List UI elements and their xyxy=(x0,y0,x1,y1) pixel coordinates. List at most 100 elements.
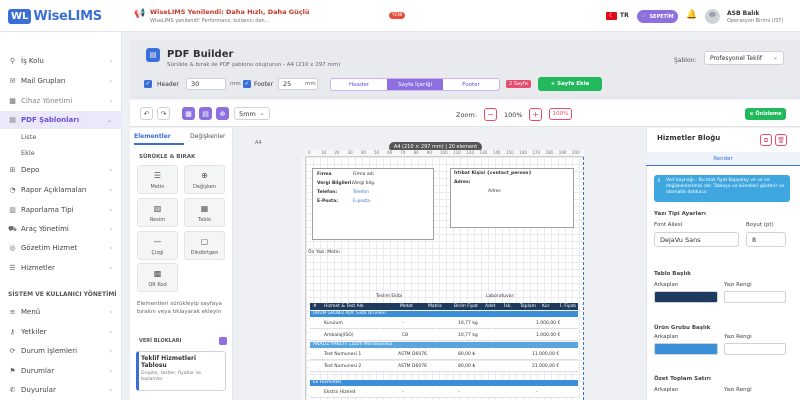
sidebar-item-depo[interactable]: ⊞ Depo › xyxy=(0,161,122,179)
text-color-label: Yazı Rengi xyxy=(724,387,752,393)
header-checkbox[interactable]: ✓ xyxy=(144,80,152,88)
sidebar-item-is-kolu[interactable]: ⚲ İş Kolu › xyxy=(0,52,122,70)
header-height-input[interactable]: 30 xyxy=(186,78,226,90)
font-family-input[interactable]: DejaVu Sans xyxy=(654,232,739,247)
table-row[interactable]: Ekstra Hizmet - - - xyxy=(310,387,578,398)
properties-title: Hizmetler Bloğu xyxy=(657,134,721,142)
chevron-right-icon: › xyxy=(109,186,112,194)
element-image[interactable]: ▨ Resim xyxy=(137,198,178,227)
group-header-text-color[interactable] xyxy=(724,343,786,355)
tile-label: QR Kod xyxy=(148,282,167,288)
template-select[interactable]: Profesyonel Teklif xyxy=(704,51,784,65)
preview-button[interactable]: ⊙ Önizleme xyxy=(745,108,786,120)
table-header-bg-color[interactable] xyxy=(654,291,718,303)
row-total: 11.000,00 € xyxy=(532,352,560,357)
basket-button[interactable]: 🛒 SEPETİM xyxy=(637,10,678,23)
rectangle-icon: ▢ xyxy=(200,237,209,246)
zoom-label: Zoom: xyxy=(456,111,477,119)
font-size-input[interactable]: 8 xyxy=(746,232,786,247)
truck-icon: ⛟ xyxy=(8,224,17,233)
grid-size-select[interactable]: 5mm xyxy=(234,107,270,120)
report-icon: ◔ xyxy=(9,186,16,194)
sidebar: ⚲ İş Kolu › ✉ Mail Grupları › ▦ Cihaz Yönetim… xyxy=(0,32,122,400)
sidebar-subitem-ekle[interactable]: Ekle xyxy=(21,149,35,157)
contact-info-block[interactable] xyxy=(450,168,574,228)
table-row[interactable]: Ambalaj(ISO) CB 10,77 kg 1.000,00 € xyxy=(310,330,578,341)
ruler-tick: 130 xyxy=(479,150,488,155)
zoom-out-button[interactable]: − xyxy=(484,108,497,121)
announcement[interactable]: 📢 WiseLIMS Yenilendi: Daha Hızlı, Daha G… xyxy=(134,7,384,27)
company-info-block[interactable] xyxy=(312,168,434,240)
logo-mark: WL xyxy=(8,8,32,24)
sidebar-item-rapor-aciklamalari[interactable]: ◔ Rapor Açıklamaları › xyxy=(0,181,122,199)
sidebar-item-cihaz-yonetimi[interactable]: ▦ Cihaz Yönetimi › xyxy=(0,92,122,110)
sidebar-item-label: Menü xyxy=(21,308,41,316)
tab-page-content[interactable]: Sayfa İçeriği xyxy=(387,79,443,90)
element-qr-code[interactable]: ▩ QR Kod xyxy=(137,263,178,292)
sidebar-item-mail-gruplari[interactable]: ✉ Mail Grupları › xyxy=(0,72,122,90)
element-rectangle[interactable]: ▢ Dikdörtgen xyxy=(184,231,225,260)
turkey-flag-icon[interactable]: ☾ xyxy=(606,12,617,20)
table-row[interactable]: Test Numunesi 2 ASTM D6076 80,00 ₺ 21.00… xyxy=(310,361,578,372)
bell-icon[interactable]: 🔔 xyxy=(686,10,697,20)
undo-button[interactable]: ↶ xyxy=(140,107,153,120)
row-price: - xyxy=(458,390,460,395)
sidebar-item-arac-yonetimi[interactable]: ⛟ Araç Yönetimi › xyxy=(0,220,122,238)
contact-address-key: Adres: xyxy=(454,180,471,185)
sidebar-item-durum-islemleri[interactable]: ⟳ Durum İşlemleri › xyxy=(0,342,122,360)
tab-footer[interactable]: Footer xyxy=(443,79,499,90)
chevron-right-icon: › xyxy=(109,77,112,85)
ruler-tick: 170 xyxy=(532,150,541,155)
cart-icon: 🛒 xyxy=(641,13,648,20)
app-logo[interactable]: WL WiseLIMS xyxy=(8,7,102,25)
services-table-header[interactable]: # Hizmet & Test Adı Metot Matris Birim F… xyxy=(310,303,578,310)
footer-checkbox[interactable]: ✓ xyxy=(243,80,251,88)
info-box: Veri kaynağı – Bu blok fiyat Kopyalay ve… xyxy=(654,175,790,202)
element-text[interactable]: ☰ Metin xyxy=(137,165,178,194)
element-variable[interactable]: ⊕ Değişken xyxy=(184,165,225,194)
table-header-text-color[interactable] xyxy=(724,291,786,303)
tab-variables[interactable]: Değişkenler xyxy=(190,133,226,140)
zoom-reset-button[interactable]: 100% xyxy=(549,108,572,120)
tab-render[interactable]: Render xyxy=(646,152,800,166)
grid-view-icon[interactable]: ▦ xyxy=(182,107,195,120)
sidebar-item-menu[interactable]: ≡ Menü › xyxy=(0,303,122,321)
table-row[interactable]: Test Numunesi 1 ASTM D6076 80,00 ₺ 11.00… xyxy=(310,349,578,360)
ruler-top: 0 10 20 30 40 50 60 70 80 90 100 110 120 130 140 150 160… xyxy=(306,150,584,157)
trash-icon[interactable]: 🗑 xyxy=(775,134,787,146)
avatar[interactable] xyxy=(705,9,720,24)
tab-header[interactable]: Header xyxy=(331,79,387,90)
snap-grid-icon[interactable]: ▤ xyxy=(199,107,212,120)
announcement-text: WiseLIMS yenilendi! Performans, kullanıc… xyxy=(150,18,270,24)
zoom-in-button[interactable]: + xyxy=(529,108,542,121)
sidebar-item-pdf-sablonlari[interactable]: ▤ PDF Şablonları ⌄ xyxy=(0,111,122,129)
field-key: E-Posta: xyxy=(317,199,338,204)
sidebar-item-label: Durum İşlemleri xyxy=(21,347,78,355)
sidebar-item-gozetim-hizmet[interactable]: ◎ Gözetim Hizmet › xyxy=(0,239,122,257)
language-selector[interactable]: TR xyxy=(620,12,629,19)
magnet-icon[interactable]: ⊕ xyxy=(216,107,229,120)
add-page-button[interactable]: + Sayfa Ekle xyxy=(538,77,602,91)
redo-button[interactable]: ↷ xyxy=(157,107,170,120)
table-group-row: ÜRÜN GRUBU ADI: Gıda Ürünleri xyxy=(310,311,578,317)
user-name[interactable]: ASB Balık xyxy=(727,10,759,17)
group-header-bg-color[interactable] xyxy=(654,343,718,355)
data-block-title: Teklif Hizmetleri Tablosu xyxy=(141,355,197,369)
sidebar-item-durumlar[interactable]: ⚑ Durumlar › xyxy=(0,362,122,380)
col-header: İsk. xyxy=(504,304,512,309)
tab-elements[interactable]: Elementler xyxy=(134,133,171,140)
tile-label: Resim xyxy=(149,217,166,223)
sidebar-item-yetkiler[interactable]: ⚷ Yetkiler › xyxy=(0,323,122,341)
sidebar-item-label: İş Kolu xyxy=(21,57,44,65)
table-row[interactable]: Kurulum - 10,77 kg 1.000,00 € xyxy=(310,318,578,329)
file-pdf-icon: ▤ xyxy=(9,116,16,124)
sidebar-subitem-liste[interactable]: Liste xyxy=(21,133,36,141)
sidebar-item-raporlama-tipi[interactable]: ▥ Raporlama Tipi › xyxy=(0,201,122,219)
sidebar-item-duyurular[interactable]: ✆ Duyurular › xyxy=(0,381,122,399)
element-table[interactable]: ▦ Tablo xyxy=(184,198,225,227)
cover-letter-text[interactable]: Ön Yazı: Metni xyxy=(308,250,340,255)
sidebar-item-label: PDF Şablonları xyxy=(21,116,80,124)
copy-icon[interactable]: ⧉ xyxy=(760,134,772,146)
element-line[interactable]: — Çizgi xyxy=(137,231,178,260)
sidebar-item-hizmetler[interactable]: ☰ Hizmetler › xyxy=(0,259,122,277)
